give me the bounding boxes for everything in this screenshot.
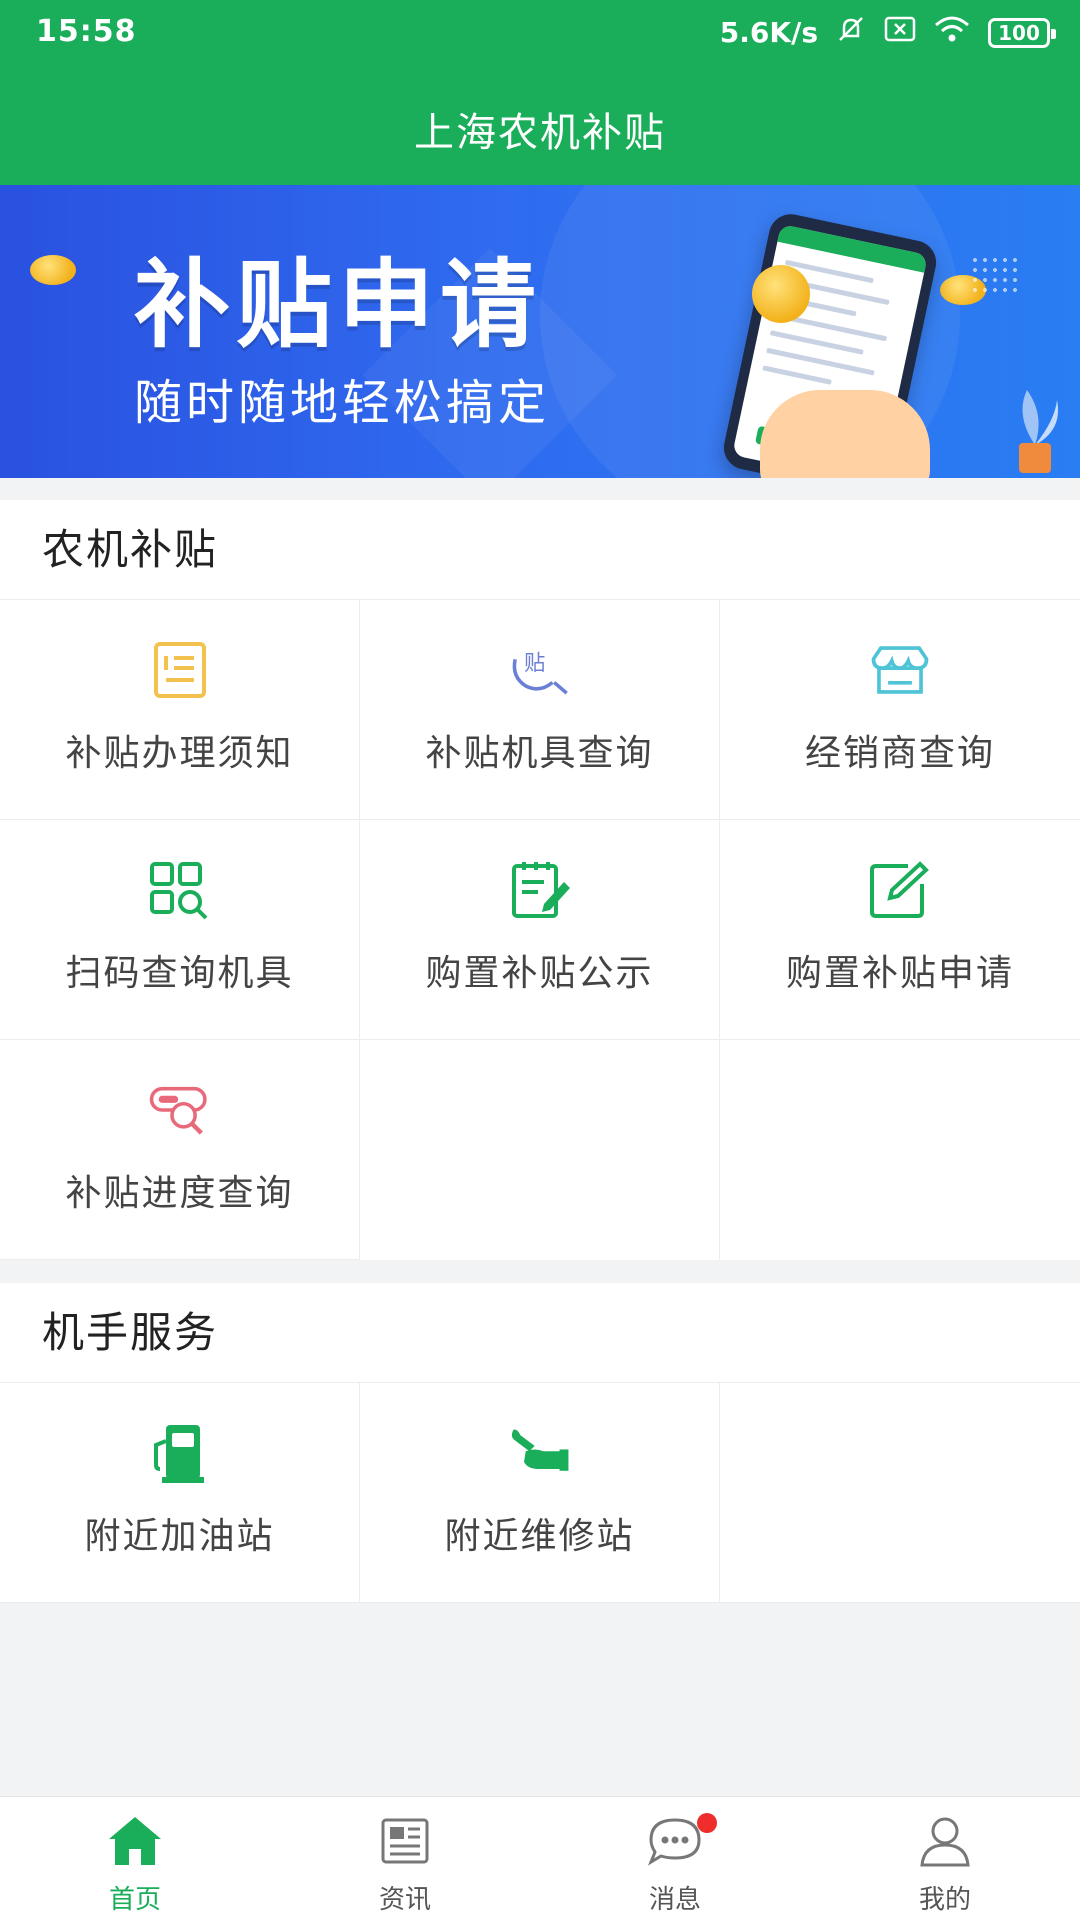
status-bar: 15:58 5.6K/s 100 [0,0,1080,70]
grid-item-label: 购置补贴公示 [425,953,654,994]
svg-text:贴: 贴 [524,651,545,676]
tab-label: 首页 [108,1885,161,1915]
wifi-icon [934,15,970,50]
news-icon [375,1811,435,1871]
repair-wrench-icon [508,1421,572,1485]
tab-label: 消息 [648,1885,701,1915]
banner-headline: 补贴申请 [134,249,542,361]
message-icon [645,1811,705,1871]
grid-item-subsidy-notice[interactable]: 补贴办理须知 [0,600,360,820]
tab-label: 资讯 [378,1885,431,1915]
grid-item-progress-query[interactable]: 补贴进度查询 [0,1040,360,1260]
unread-badge [696,1813,717,1833]
grid-item-nearby-repair[interactable]: 附近维修站 [360,1383,720,1603]
grid-item-label: 补贴办理须知 [65,733,294,774]
grid-empty-cell [720,1383,1080,1603]
network-speed: 5.6K/s [719,16,818,49]
tab-news[interactable]: 资讯 [270,1797,540,1920]
grid-item-purchase-apply[interactable]: 购置补贴申请 [720,820,1080,1040]
scan-search-icon [148,858,212,922]
home-icon [105,1811,165,1871]
progress-search-icon [148,1078,212,1142]
tab-home[interactable]: 首页 [0,1797,270,1920]
section-farm-subsidy: 农机补贴 补贴办理须知 贴 补贴机具查询 经销商查询 扫码查询机具 购置补贴公示… [0,500,1080,1260]
grid-empty-cell [360,1040,720,1260]
grid-item-nearby-fuel[interactable]: 附近加油站 [0,1383,360,1603]
grid-item-purchase-publicity[interactable]: 购置补贴公示 [360,820,720,1040]
fuel-station-icon [148,1421,212,1485]
coin-icon [30,255,76,285]
grid-item-label: 附近加油站 [84,1516,275,1557]
plant-icon [1019,390,1059,473]
grid-item-scan-query[interactable]: 扫码查询机具 [0,820,360,1040]
yuan-coin-icon [752,265,810,323]
grid-item-dealer-query[interactable]: 经销商查询 [720,600,1080,820]
section-title: 机手服务 [0,1283,1080,1383]
grid-item-label: 补贴进度查询 [65,1173,294,1214]
banner-subline: 随时随地轻松搞定 [134,375,551,431]
tab-messages[interactable]: 消息 [540,1797,810,1920]
section-driver-service: 机手服务 附近加油站 附近维修站 [0,1283,1080,1603]
apply-edit-icon [868,858,932,922]
grid-item-label: 扫码查询机具 [65,953,294,994]
service-grid: 附近加油站 附近维修站 [0,1383,1080,1603]
grid-item-subsidy-machine-query[interactable]: 贴 补贴机具查询 [360,600,720,820]
mute-icon [836,14,866,51]
status-right: 5.6K/s 100 [719,14,1056,51]
tab-profile[interactable]: 我的 [810,1797,1080,1920]
profile-icon [915,1811,975,1871]
service-grid: 补贴办理须知 贴 补贴机具查询 经销商查询 扫码查询机具 购置补贴公示 购置补贴… [0,600,1080,1260]
grid-item-label: 经销商查询 [804,733,995,774]
grid-empty-cell [720,1040,1080,1260]
notice-doc-icon [148,638,212,702]
grid-item-label: 补贴机具查询 [425,733,654,774]
status-time: 15:58 [36,14,137,49]
store-icon [868,638,932,702]
bottom-tab-bar: 首页 资讯 消息 我的 [0,1796,1080,1920]
grid-item-label: 购置补贴申请 [785,953,1014,994]
tab-label: 我的 [918,1885,971,1915]
promo-banner[interactable]: 补贴申请 随时随地轻松搞定 [0,185,1080,478]
dot-pattern [970,255,1020,295]
section-title: 农机补贴 [0,500,1080,600]
grid-item-label: 附近维修站 [444,1516,635,1557]
subsidy-search-icon: 贴 [508,638,572,702]
battery-icon: 100 [988,17,1056,48]
app-bar: 15:58 5.6K/s 100 上海农机补贴 [0,0,1080,185]
publicity-edit-icon [508,858,572,922]
page-title: 上海农机补贴 [414,110,666,156]
sim-icon [884,16,916,49]
hand-illustration [760,390,930,478]
